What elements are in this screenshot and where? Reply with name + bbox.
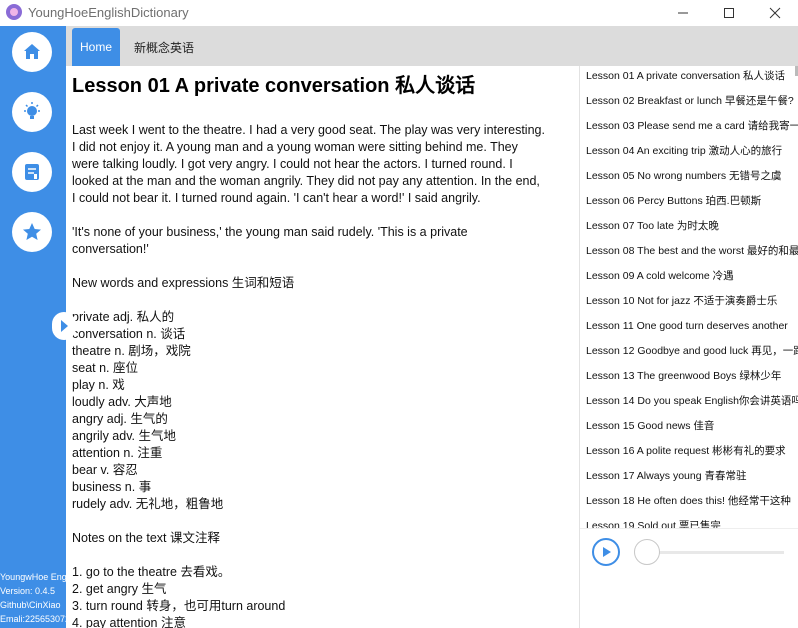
vocab-item: bear v. 容忍 (72, 463, 138, 477)
sidebar-home-button[interactable] (12, 32, 52, 72)
close-icon (769, 7, 781, 19)
lesson-content: Lesson 01 A private conversation 私人谈话 La… (66, 66, 578, 628)
paragraph: Last week I went to the theatre. I had a… (72, 122, 572, 207)
sidebar-toggle-button[interactable] (52, 312, 76, 340)
lesson-list-item[interactable]: Lesson 15 Good news 佳音 (586, 416, 714, 441)
app-logo-icon (6, 4, 22, 20)
maximize-icon (724, 8, 734, 18)
play-button[interactable] (592, 538, 620, 566)
vocab-item: angry adj. 生气的 (72, 412, 168, 426)
note-item: 3. turn round 转身，也可用turn around (72, 599, 286, 613)
note-item: 4. pay attention 注意 (72, 616, 186, 628)
notebook-icon (25, 164, 39, 180)
text-line: I could not bear it. I turned round agai… (72, 191, 481, 205)
minimize-button[interactable] (660, 0, 706, 26)
vocab-item: conversation n. 谈话 (72, 327, 186, 341)
lesson-list-item[interactable]: Lesson 07 Too late 为时太晚 (586, 216, 719, 241)
title-bar: YoungHoeEnglishDictionary (0, 0, 798, 26)
text-line: looked at the man and the woman angrily.… (72, 174, 540, 188)
sidebar-idea-button[interactable] (12, 92, 52, 132)
vocab-item: business n. 事 (72, 480, 152, 494)
lesson-list-item[interactable]: Lesson 01 A private conversation 私人谈话 (586, 66, 785, 91)
lesson-list-item[interactable]: Lesson 12 Goodbye and good luck 再见，一路 (586, 341, 798, 366)
audio-progress-thumb[interactable] (634, 539, 660, 565)
tab-new-concept-english[interactable]: 新概念英语 (132, 28, 194, 66)
sidebar-favorites-button[interactable] (12, 212, 52, 252)
text-line: 'It's none of your business,' the young … (72, 225, 468, 239)
app-email: Emali:225653072 (0, 614, 66, 624)
lesson-list-item[interactable]: Lesson 04 An exciting trip 激动人心的旅行 (586, 141, 782, 166)
vocab-item: attention n. 注重 (72, 446, 163, 460)
app-github: Github\CinXiao (0, 600, 61, 610)
app-info: YoungwHoe Eng Version: 0.4.5 Github\CinX… (0, 570, 66, 626)
text-line: conversation!' (72, 242, 149, 256)
text-line: were talking loudly. I got very angry. I… (72, 157, 513, 171)
lesson-list-item[interactable]: Lesson 06 Percy Buttons 珀西.巴顿斯 (586, 191, 761, 216)
text-line: Last week I went to the theatre. I had a… (72, 123, 545, 137)
minimize-icon (678, 12, 688, 14)
lesson-list-item[interactable]: Lesson 09 A cold welcome 冷遇 (586, 266, 734, 291)
sidebar-notebook-button[interactable] (12, 152, 52, 192)
lesson-list-item[interactable]: Lesson 16 A polite request 彬彬有礼的要求 (586, 441, 786, 466)
text-line: I did not enjoy it. A young man and a yo… (72, 140, 518, 154)
vocab-item: theatre n. 剧场，戏院 (72, 344, 191, 358)
lesson-list-item[interactable]: Lesson 08 The best and the worst 最好的和最 (586, 241, 798, 266)
lesson-list-item[interactable]: Lesson 02 Breakfast or lunch 早餐还是午餐? (586, 91, 794, 116)
chevron-right-icon (61, 320, 68, 332)
section-heading: New words and expressions 生词和短语 (72, 275, 572, 292)
lesson-list-item[interactable]: Lesson 03 Please send me a card 请给我寄一 (586, 116, 798, 141)
home-icon (24, 44, 40, 59)
lesson-list-item[interactable]: Lesson 05 No wrong numbers 无错号之虞 (586, 166, 782, 191)
window-title: YoungHoeEnglishDictionary (28, 5, 189, 20)
section-heading: Notes on the text 课文注释 (72, 530, 572, 547)
lesson-list-item[interactable]: Lesson 18 He often does this! 他经常干这种 (586, 491, 791, 516)
lesson-list-item[interactable]: Lesson 14 Do you speak English你会讲英语吗 (586, 391, 798, 416)
play-icon (603, 547, 611, 557)
vocab-item: private adj. 私人的 (72, 310, 175, 324)
text-line: Notes on the text 课文注释 (72, 531, 220, 545)
player-divider (580, 528, 798, 529)
notes-list: 1. go to the theatre 去看戏。 2. get angry 生… (72, 564, 572, 628)
lesson-list-item[interactable]: Lesson 10 Not for jazz 不适于演奏爵士乐 (586, 291, 777, 316)
note-item: 2. get angry 生气 (72, 582, 167, 596)
text-line: New words and expressions 生词和短语 (72, 276, 295, 290)
vocab-item: angrily adv. 生气地 (72, 429, 176, 443)
paragraph: 'It's none of your business,' the young … (72, 224, 572, 258)
audio-progress-track[interactable] (650, 551, 784, 554)
lightbulb-icon (24, 102, 40, 119)
lesson-list-item[interactable]: Lesson 11 One good turn deserves another (586, 316, 788, 341)
maximize-button[interactable] (706, 0, 752, 26)
app-author: YoungwHoe Eng (0, 572, 66, 582)
lesson-list-item[interactable]: Lesson 13 The greenwood Boys 绿林少年 (586, 366, 781, 391)
tab-bar: Home 新概念英语 (66, 26, 798, 66)
vocab-item: rudely adv. 无礼地，粗鲁地 (72, 497, 224, 511)
lesson-list-item[interactable]: Lesson 17 Always young 青春常驻 (586, 466, 747, 491)
lesson-title: Lesson 01 A private conversation 私人谈话 (72, 75, 476, 97)
tab-home[interactable]: Home (72, 28, 120, 66)
vocab-item: loudly adv. 大声地 (72, 395, 172, 409)
vocabulary-list: private adj. 私人的 conversation n. 谈话 thea… (72, 309, 572, 513)
lesson-list-item[interactable]: Lesson 19 Sold out 票已售完 (586, 516, 721, 528)
vocab-item: play n. 戏 (72, 378, 125, 392)
app-version: Version: 0.4.5 (0, 586, 56, 596)
vocab-item: seat n. 座位 (72, 361, 138, 375)
close-button[interactable] (752, 0, 798, 26)
lesson-list: Lesson 01 A private conversation 私人谈话 Le… (580, 66, 798, 528)
star-icon (23, 223, 41, 240)
note-item: 1. go to the theatre 去看戏。 (72, 565, 231, 579)
lesson-text: Last week I went to the theatre. I had a… (72, 122, 572, 628)
